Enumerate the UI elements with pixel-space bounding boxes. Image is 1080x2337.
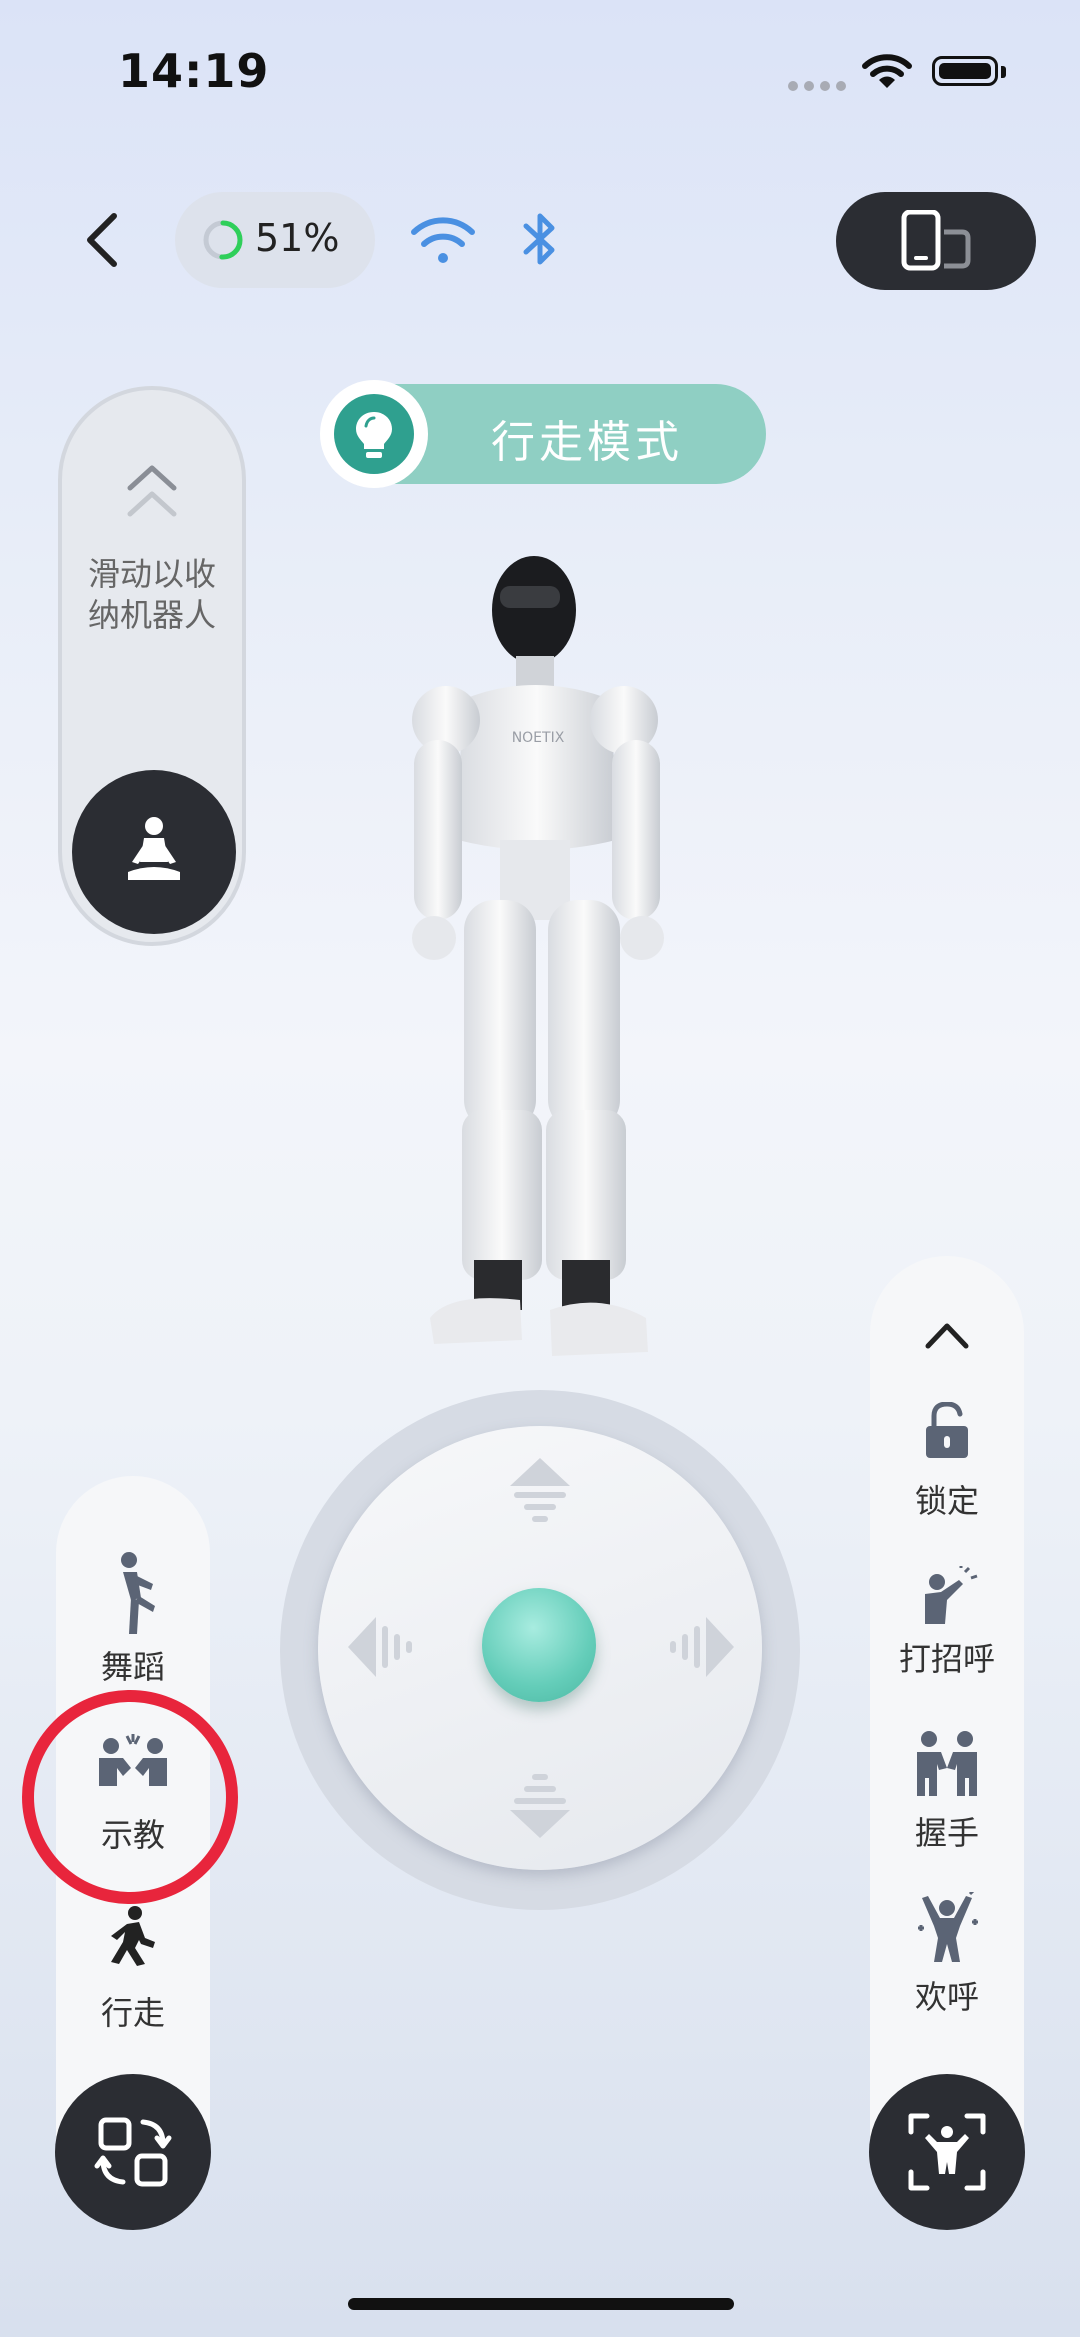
arrow-up-icon[interactable] — [500, 1456, 580, 1526]
lock-icon — [926, 1402, 968, 1458]
walk-icon — [111, 1906, 155, 1966]
kneeling-robot-icon — [128, 817, 180, 880]
action-walk-label: 行走 — [100, 1994, 165, 2032]
stow-robot-slider[interactable]: 滑动以收纳机器人 — [58, 386, 246, 946]
wifi-status-icon — [862, 54, 912, 88]
action-cheer-label: 欢呼 — [914, 1978, 979, 2016]
back-button[interactable] — [80, 210, 126, 270]
chevron-up-icon[interactable] — [922, 1318, 972, 1352]
arrow-left-icon[interactable] — [346, 1612, 422, 1682]
mode-indicator[interactable]: 行走模式 — [320, 380, 766, 488]
action-lock-label: 锁定 — [914, 1482, 979, 1520]
action-wave[interactable]: 打招呼 — [870, 1566, 1024, 1680]
battery-cap — [1001, 66, 1006, 78]
robot-battery-indicator: 51% — [175, 192, 375, 288]
dance-icon — [121, 1552, 155, 1634]
battery-ring-icon — [203, 220, 243, 260]
action-dance-label: 舞蹈 — [100, 1648, 165, 1682]
action-walk[interactable]: 行走 — [56, 1906, 210, 2034]
robot-wifi-icon[interactable] — [410, 214, 476, 266]
bluetooth-icon[interactable] — [520, 208, 560, 270]
highlight-annotation-ring — [22, 1690, 238, 1904]
action-handshake[interactable]: 握手 — [870, 1730, 1024, 1854]
arrow-right-icon[interactable] — [660, 1612, 736, 1682]
action-lock[interactable]: 锁定 — [870, 1402, 1024, 1522]
lightbulb-icon — [320, 380, 428, 488]
mode-label: 行走模式 — [491, 417, 683, 468]
switch-action-set-button[interactable] — [55, 2074, 211, 2230]
device-switch-icon — [901, 210, 971, 271]
cheer-icon — [918, 1892, 978, 1962]
stow-hint: 滑动以收纳机器人 — [87, 555, 216, 634]
wave-icon — [925, 1566, 978, 1624]
status-time: 14:19 — [118, 44, 270, 98]
swap-modes-icon — [94, 2117, 172, 2187]
scan-body-icon — [908, 2113, 986, 2191]
arrow-down-icon[interactable] — [500, 1772, 580, 1842]
battery-status-icon — [932, 56, 998, 86]
handshake-icon — [917, 1731, 977, 1796]
cellular-signal-icon — [788, 76, 852, 95]
robot-brand-label: NOETIX — [512, 730, 565, 746]
joystick-knob[interactable] — [482, 1588, 596, 1702]
body-scan-button[interactable] — [869, 2074, 1025, 2230]
switch-device-button[interactable] — [836, 192, 1036, 290]
action-dance[interactable]: 舞蹈 — [56, 1550, 210, 1682]
battery-percent: 51% — [255, 216, 340, 260]
action-handshake-label: 握手 — [914, 1814, 979, 1852]
robot-illustration: NOETIX — [412, 556, 664, 1356]
chevron-double-up-icon — [127, 465, 177, 517]
action-wave-label: 打招呼 — [898, 1640, 995, 1678]
home-indicator[interactable] — [348, 2298, 734, 2310]
action-cheer[interactable]: 欢呼 — [870, 1892, 1024, 2018]
stow-slider-knob[interactable] — [72, 770, 236, 934]
